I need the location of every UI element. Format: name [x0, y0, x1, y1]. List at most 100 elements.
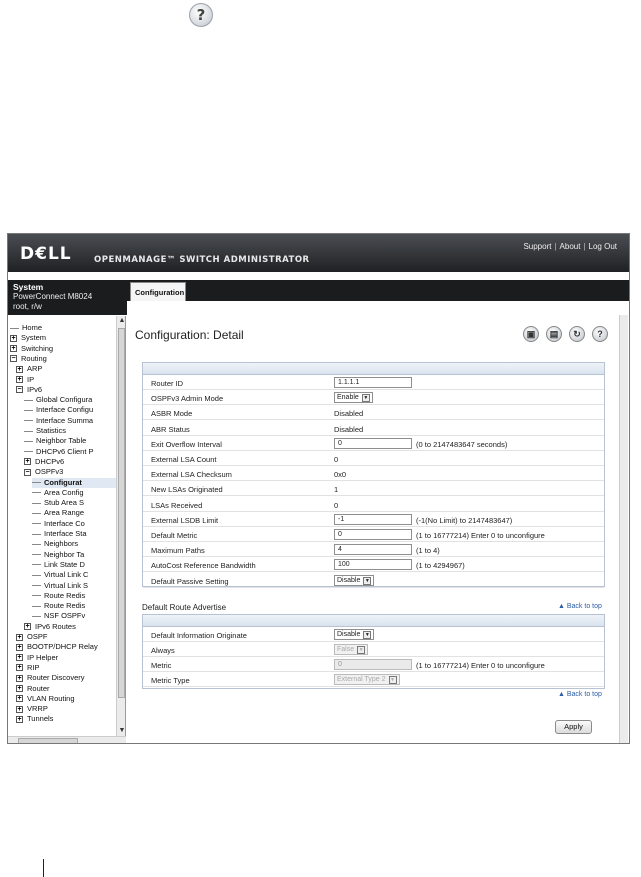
save-icon[interactable]: ▣ [523, 326, 539, 342]
field-label: OSPFv3 Admin Mode [151, 394, 224, 404]
tree-item[interactable]: Link State D [32, 560, 116, 570]
tree-item[interactable]: Route Redis [32, 591, 116, 601]
collapse-icon[interactable]: − [16, 386, 23, 394]
tab-configuration[interactable]: Configuration [130, 282, 186, 301]
tree-item[interactable]: + Router Discovery [16, 673, 116, 683]
nav-vertical-scrollbar[interactable]: ▲ ▼ [116, 316, 125, 736]
tree-item-label: VRRP [27, 704, 48, 714]
select-dropdown[interactable]: Disable ▼ [334, 629, 375, 640]
field-label: External LSA Checksum [151, 470, 232, 480]
expand-icon[interactable]: + [16, 664, 23, 672]
form-row: Metric 0 (1 to 16777214) Enter 0 to unconf… [143, 657, 604, 672]
expand-icon[interactable]: + [16, 695, 23, 703]
refresh-icon[interactable]: ↻ [569, 326, 585, 342]
expand-icon[interactable]: + [16, 365, 23, 373]
tree-item[interactable]: Interface Summa [24, 416, 116, 426]
chevron-down-icon: ▼ [361, 394, 370, 403]
text-input[interactable]: 0 [334, 437, 412, 449]
system-model: PowerConnect M8024 [13, 292, 93, 301]
help-icon[interactable]: ? [592, 326, 608, 342]
tree-item[interactable]: − Routing [10, 354, 116, 364]
expand-icon[interactable]: + [16, 674, 23, 682]
form-row: External LSA Checksum 0x0 [143, 466, 604, 482]
collapse-icon[interactable]: − [24, 468, 31, 476]
tree-item[interactable]: − IPv6 [16, 385, 116, 395]
tree-item[interactable]: + ARP [16, 364, 116, 374]
print-icon[interactable]: ▤ [546, 326, 562, 342]
tree-item[interactable]: NSF OSPFv [32, 611, 116, 621]
text-input[interactable]: 0 [334, 529, 412, 540]
scroll-up-icon[interactable]: ▲ [117, 316, 125, 326]
tree-item[interactable]: Virtual Link C [32, 570, 116, 580]
tree-item[interactable]: Virtual Link S [32, 581, 116, 591]
nav-hscroll-thumb[interactable] [18, 738, 78, 743]
text-input[interactable]: 4 [334, 544, 412, 556]
collapse-icon[interactable]: − [10, 355, 17, 363]
tree-item[interactable]: Interface Co [32, 519, 116, 529]
select-dropdown[interactable]: Disable ▼ [334, 574, 375, 586]
nav-horizontal-scrollbar[interactable] [8, 736, 126, 743]
field-label: Default Information Originate [151, 631, 247, 640]
tree-item[interactable]: + Switching [10, 344, 116, 354]
select-value: False [337, 646, 355, 653]
tree-item[interactable]: − OSPFv3 [24, 467, 116, 477]
tree-item[interactable]: Configurat [32, 477, 116, 488]
tree-item[interactable]: + VLAN Routing [16, 694, 116, 704]
tree-leaf-icon [32, 533, 41, 535]
field-hint: (1 to 16777214) Enter 0 to unconfigure [416, 661, 545, 670]
support-link[interactable]: Support [523, 242, 551, 251]
text-input[interactable]: -1 [334, 513, 412, 525]
content-vertical-scrollbar[interactable] [619, 315, 628, 743]
expand-icon[interactable]: + [16, 643, 23, 651]
expand-icon[interactable]: + [16, 715, 23, 723]
back-to-top-link[interactable]: ▲ Back to top [558, 603, 602, 610]
text-input[interactable]: 100 [334, 559, 412, 571]
tree-item-label: Interface Sta [44, 529, 87, 538]
tree-item[interactable]: Interface Configu [24, 405, 116, 415]
nav-scroll-thumb[interactable] [118, 328, 125, 698]
tree-item[interactable]: + VRRP [16, 704, 116, 714]
apply-button[interactable]: Apply [555, 720, 592, 734]
select-dropdown[interactable]: Enable ▼ [334, 392, 373, 404]
tree-item[interactable]: Interface Sta [32, 529, 116, 539]
tree-item[interactable]: Area Range [32, 508, 116, 518]
tree-item[interactable]: + IPv6 Routes [24, 622, 116, 632]
tree-item[interactable]: + OSPF [16, 632, 116, 642]
tree-item[interactable]: + IP Helper [16, 653, 116, 663]
about-link[interactable]: About [560, 242, 581, 251]
field-label: External LSDB Limit [151, 515, 219, 525]
expand-icon[interactable]: + [24, 458, 31, 466]
tree-item[interactable]: Route Redis [32, 601, 116, 611]
expand-icon[interactable]: + [10, 334, 17, 342]
tree-item[interactable]: + System [10, 333, 116, 343]
tree-item[interactable]: Neighbor Ta [32, 550, 116, 560]
logout-link[interactable]: Log Out [589, 242, 617, 251]
back-to-top-link[interactable]: ▲ Back to top [558, 691, 602, 698]
tree-item[interactable]: Global Configura [24, 395, 116, 405]
form-row: ASBR Mode Disabled [143, 405, 604, 421]
tree-item[interactable]: Area Config [32, 488, 116, 498]
tree-item[interactable]: + BOOTP/DHCP Relay [16, 642, 116, 652]
tree-item[interactable]: + Tunnels [16, 714, 116, 724]
tree-item[interactable]: Neighbors [32, 539, 116, 549]
expand-icon[interactable]: + [16, 376, 23, 384]
text-input[interactable]: 1.1.1.1 [334, 377, 412, 388]
expand-icon[interactable]: + [16, 633, 23, 641]
expand-icon[interactable]: + [16, 705, 23, 713]
tree-item[interactable]: + DHCPv6 [24, 457, 116, 467]
tree-item[interactable]: Stub Area S [32, 498, 116, 508]
field-value: 1 [334, 485, 339, 495]
tree-item[interactable]: + IP [16, 375, 116, 385]
tree-item[interactable]: Statistics [24, 426, 116, 436]
tree-item[interactable]: DHCPv6 Client P [24, 447, 116, 457]
tree-item[interactable]: + Router [16, 684, 116, 694]
expand-icon[interactable]: + [16, 654, 23, 662]
tree-item[interactable]: Home [10, 323, 116, 333]
tree-item[interactable]: + RIP [16, 663, 116, 673]
expand-icon[interactable]: + [16, 685, 23, 693]
tree-item[interactable]: Neighbor Table [24, 436, 116, 446]
expand-icon[interactable]: + [10, 345, 17, 353]
expand-icon[interactable]: + [24, 623, 31, 631]
scroll-down-icon[interactable]: ▼ [117, 726, 125, 736]
help-icon[interactable]: ? [189, 3, 213, 27]
